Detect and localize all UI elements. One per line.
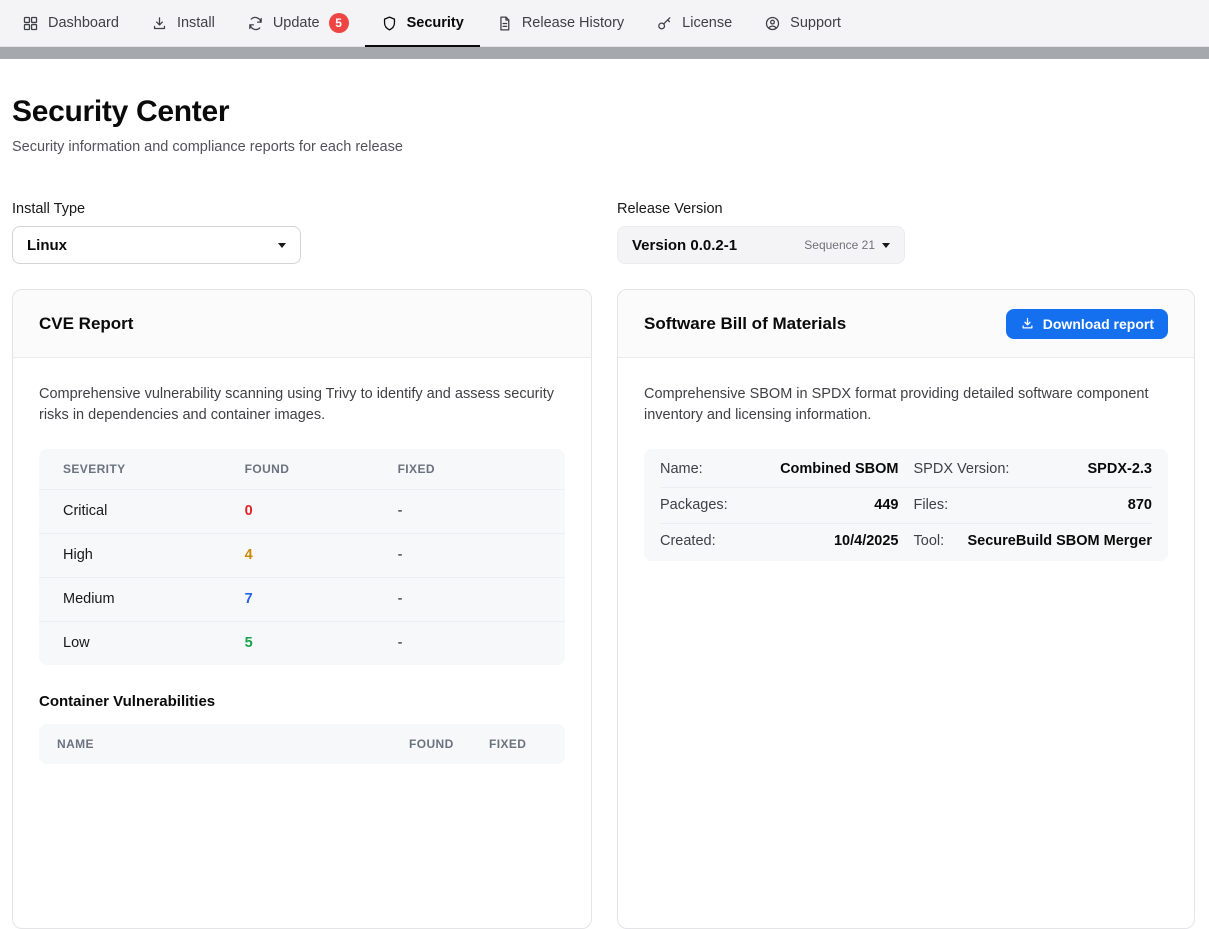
grid-icon <box>22 15 39 32</box>
nav-label: Security <box>407 15 464 31</box>
found-count: 5 <box>245 635 398 651</box>
nav-label: License <box>682 15 732 31</box>
detail-label: Tool: <box>914 533 945 549</box>
column-header-found: Found <box>409 737 489 751</box>
sbom-title: Software Bill of Materials <box>644 314 846 334</box>
install-type-label: Install Type <box>12 201 592 217</box>
table-row-medium: Medium 7 - <box>39 577 565 621</box>
cve-report-title: CVE Report <box>39 314 133 334</box>
release-sequence-label: Sequence 21 <box>804 238 875 252</box>
severity-label: Medium <box>63 591 245 607</box>
detail-value: Combined SBOM <box>780 461 898 477</box>
download-report-button[interactable]: Download report <box>1006 309 1168 339</box>
install-type-value: Linux <box>27 237 67 254</box>
cve-report-header: CVE Report <box>13 290 591 358</box>
security-center-page: Security Center Security information and… <box>0 95 1209 929</box>
detail-value: SPDX-2.3 <box>1088 461 1152 477</box>
detail-label: Packages: <box>660 497 728 513</box>
nav-label: Release History <box>522 15 624 31</box>
nav-item-update[interactable]: Update 5 <box>231 0 365 46</box>
container-vulnerabilities-table: Name Found Fixed <box>39 724 565 764</box>
nav-label: Support <box>790 15 841 31</box>
detail-value: 10/4/2025 <box>834 533 899 549</box>
release-version-select[interactable]: Version 0.0.2-1 Sequence 21 <box>617 226 905 264</box>
detail-label: Name: <box>660 461 703 477</box>
fixed-count: - <box>398 503 541 519</box>
severity-label: Low <box>63 635 245 651</box>
sbom-card: Software Bill of Materials Download repo… <box>617 289 1195 929</box>
container-table-header: Name Found Fixed <box>39 724 565 764</box>
detail-value: 870 <box>1128 497 1152 513</box>
support-person-icon <box>764 15 781 32</box>
download-report-label: Download report <box>1043 316 1154 332</box>
column-header-severity: Severity <box>63 462 245 476</box>
table-row: Created: 10/4/2025 Tool: SecureBuild SBO… <box>660 523 1152 559</box>
table-row-critical: Critical 0 - <box>39 489 565 533</box>
severity-table-header: Severity Found Fixed <box>39 449 565 489</box>
divider-band <box>0 47 1209 59</box>
update-count-badge: 5 <box>329 13 349 33</box>
detail-value: 449 <box>874 497 898 513</box>
column-header-fixed: Fixed <box>398 462 541 476</box>
severity-label: Critical <box>63 503 245 519</box>
cve-report-description: Comprehensive vulnerability scanning usi… <box>39 384 565 427</box>
cards-row: CVE Report Comprehensive vulnerability s… <box>12 289 1197 929</box>
detail-label: Files: <box>914 497 949 513</box>
table-row: Name: Combined SBOM SPDX Version: SPDX-2… <box>660 451 1152 487</box>
nav-item-security[interactable]: Security <box>365 0 480 46</box>
table-row-high: High 4 - <box>39 533 565 577</box>
table-row: Packages: 449 Files: 870 <box>660 487 1152 523</box>
install-type-select[interactable]: Linux <box>12 226 301 264</box>
nav-item-support[interactable]: Support <box>748 0 857 46</box>
page-subtitle: Security information and compliance repo… <box>12 139 1197 155</box>
nav-label: Install <box>177 15 215 31</box>
fixed-count: - <box>398 547 541 563</box>
download-icon <box>151 15 168 32</box>
release-version-value: Version 0.0.2-1 <box>632 237 804 254</box>
nav-item-license[interactable]: License <box>640 0 748 46</box>
fixed-count: - <box>398 591 541 607</box>
key-icon <box>656 15 673 32</box>
nav-item-release-history[interactable]: Release History <box>480 0 640 46</box>
chevron-down-icon <box>882 243 890 248</box>
page-title: Security Center <box>12 95 1197 129</box>
sbom-description: Comprehensive SBOM in SPDX format provid… <box>644 384 1168 427</box>
document-icon <box>496 15 513 32</box>
detail-label: SPDX Version: <box>914 461 1010 477</box>
top-nav: Dashboard Install Update 5 Security <box>0 0 1209 47</box>
severity-table: Severity Found Fixed Critical 0 - High 4… <box>39 449 565 665</box>
nav-item-install[interactable]: Install <box>135 0 231 46</box>
column-header-found: Found <box>245 462 398 476</box>
nav-label: Dashboard <box>48 15 119 31</box>
nav-label: Update <box>273 15 320 31</box>
chevron-down-icon <box>278 243 286 248</box>
found-count: 0 <box>245 503 398 519</box>
nav-item-dashboard[interactable]: Dashboard <box>6 0 135 46</box>
table-row-low: Low 5 - <box>39 621 565 665</box>
sbom-header: Software Bill of Materials Download repo… <box>618 290 1194 358</box>
detail-label: Created: <box>660 533 716 549</box>
sbom-details-table: Name: Combined SBOM SPDX Version: SPDX-2… <box>644 449 1168 561</box>
refresh-icon <box>247 15 264 32</box>
download-icon <box>1020 316 1035 331</box>
found-count: 4 <box>245 547 398 563</box>
cve-report-card: CVE Report Comprehensive vulnerability s… <box>12 289 592 929</box>
container-vulnerabilities-title: Container Vulnerabilities <box>39 693 565 710</box>
column-header-fixed: Fixed <box>489 737 547 751</box>
fixed-count: - <box>398 635 541 651</box>
release-version-label: Release Version <box>617 201 1195 217</box>
found-count: 7 <box>245 591 398 607</box>
severity-label: High <box>63 547 245 563</box>
detail-value: SecureBuild SBOM Merger <box>967 533 1152 549</box>
shield-icon <box>381 15 398 32</box>
filters-row: Install Type Linux Release Version Versi… <box>12 201 1197 264</box>
column-header-name: Name <box>57 737 409 751</box>
